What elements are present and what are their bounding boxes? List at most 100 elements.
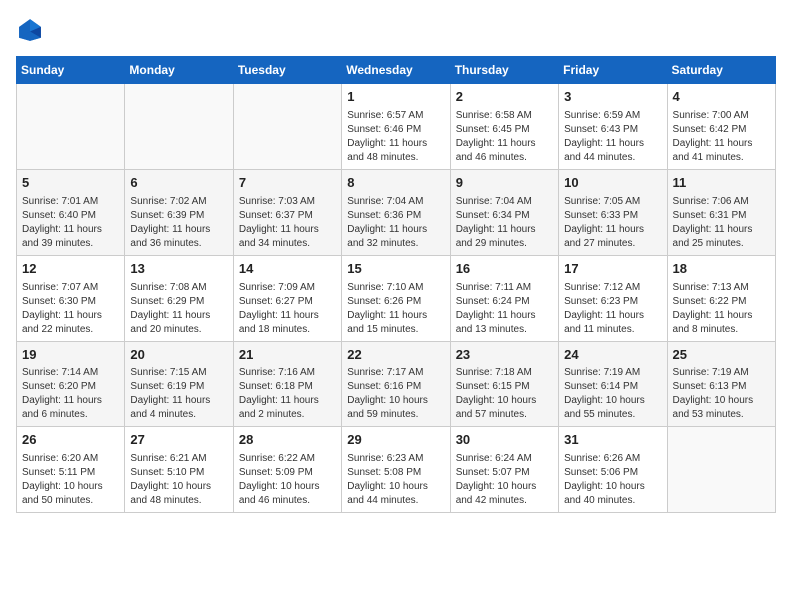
day-info: Sunrise: 6:59 AM Sunset: 6:43 PM Dayligh… <box>564 109 661 165</box>
day-number: 7 <box>239 174 336 193</box>
calendar-cell <box>17 84 125 170</box>
day-info: Sunrise: 7:04 AM Sunset: 6:36 PM Dayligh… <box>347 195 444 251</box>
calendar-cell: 1 Sunrise: 6:57 AM Sunset: 6:46 PM Daylig… <box>342 84 450 170</box>
calendar-cell <box>667 427 775 513</box>
calendar-cell: 18Sunrise: 7:13 AM Sunset: 6:22 PM Dayli… <box>667 255 775 341</box>
day-info: Sunrise: 7:09 AM Sunset: 6:27 PM Dayligh… <box>239 281 336 337</box>
calendar-cell: 17Sunrise: 7:12 AM Sunset: 6:23 PM Dayli… <box>559 255 667 341</box>
calendar-cell: 21Sunrise: 7:16 AM Sunset: 6:18 PM Dayli… <box>233 341 341 427</box>
day-number: 20 <box>130 346 227 365</box>
page-header <box>16 16 776 44</box>
calendar-cell: 28 Sunrise: 6:22 AM Sunset: 5:09 PM Dayli… <box>233 427 341 513</box>
day-number: 13 <box>130 260 227 279</box>
calendar-table: SundayMondayTuesdayWednesdayThursdayFrid… <box>16 56 776 513</box>
calendar-week-row: 1 Sunrise: 6:57 AM Sunset: 6:46 PM Daylig… <box>17 84 776 170</box>
calendar-cell: 15Sunrise: 7:10 AM Sunset: 6:26 PM Dayli… <box>342 255 450 341</box>
day-number: 31 <box>564 431 661 450</box>
calendar-cell: 11 Sunrise: 7:06 AM Sunset: 6:31 PM Dayli… <box>667 169 775 255</box>
day-info: Sunrise: 7:18 AM Sunset: 6:15 PM Dayligh… <box>456 366 553 422</box>
day-info: Sunrise: 7:04 AM Sunset: 6:34 PM Dayligh… <box>456 195 553 251</box>
day-info: Sunrise: 6:23 AM Sunset: 5:08 PM Dayligh… <box>347 452 444 508</box>
day-number: 10 <box>564 174 661 193</box>
day-number: 14 <box>239 260 336 279</box>
calendar-week-row: 5Sunrise: 7:01 AM Sunset: 6:40 PM Daylig… <box>17 169 776 255</box>
calendar-cell: 29Sunrise: 6:23 AM Sunset: 5:08 PM Dayli… <box>342 427 450 513</box>
day-number: 24 <box>564 346 661 365</box>
calendar-week-row: 26 Sunrise: 6:20 AM Sunset: 5:11 PM Dayli… <box>17 427 776 513</box>
calendar-cell: 20Sunrise: 7:15 AM Sunset: 6:19 PM Dayli… <box>125 341 233 427</box>
day-info: Sunrise: 6:57 AM Sunset: 6:46 PM Dayligh… <box>347 109 444 165</box>
calendar-cell: 26 Sunrise: 6:20 AM Sunset: 5:11 PM Dayli… <box>17 427 125 513</box>
calendar-cell: 7 Sunrise: 7:03 AM Sunset: 6:37 PM Daylig… <box>233 169 341 255</box>
weekday-header: Friday <box>559 57 667 84</box>
day-info: Sunrise: 7:06 AM Sunset: 6:31 PM Dayligh… <box>673 195 770 251</box>
day-info: Sunrise: 7:13 AM Sunset: 6:22 PM Dayligh… <box>673 281 770 337</box>
day-info: Sunrise: 7:14 AM Sunset: 6:20 PM Dayligh… <box>22 366 119 422</box>
weekday-header: Tuesday <box>233 57 341 84</box>
day-info: Sunrise: 6:26 AM Sunset: 5:06 PM Dayligh… <box>564 452 661 508</box>
logo-icon <box>16 16 44 44</box>
day-number: 15 <box>347 260 444 279</box>
calendar-cell: 14 Sunrise: 7:09 AM Sunset: 6:27 PM Dayli… <box>233 255 341 341</box>
weekday-header-row: SundayMondayTuesdayWednesdayThursdayFrid… <box>17 57 776 84</box>
day-number: 8 <box>347 174 444 193</box>
day-info: Sunrise: 6:22 AM Sunset: 5:09 PM Dayligh… <box>239 452 336 508</box>
day-info: Sunrise: 6:24 AM Sunset: 5:07 PM Dayligh… <box>456 452 553 508</box>
day-number: 28 <box>239 431 336 450</box>
day-info: Sunrise: 7:03 AM Sunset: 6:37 PM Dayligh… <box>239 195 336 251</box>
day-number: 4 <box>673 88 770 107</box>
day-info: Sunrise: 6:20 AM Sunset: 5:11 PM Dayligh… <box>22 452 119 508</box>
day-number: 23 <box>456 346 553 365</box>
calendar-cell: 12 Sunrise: 7:07 AM Sunset: 6:30 PM Dayli… <box>17 255 125 341</box>
calendar-cell <box>233 84 341 170</box>
day-number: 12 <box>22 260 119 279</box>
calendar-cell: 5Sunrise: 7:01 AM Sunset: 6:40 PM Daylig… <box>17 169 125 255</box>
day-info: Sunrise: 7:17 AM Sunset: 6:16 PM Dayligh… <box>347 366 444 422</box>
day-number: 26 <box>22 431 119 450</box>
day-number: 27 <box>130 431 227 450</box>
calendar-cell: 8 Sunrise: 7:04 AM Sunset: 6:36 PM Daylig… <box>342 169 450 255</box>
calendar-cell: 19Sunrise: 7:14 AM Sunset: 6:20 PM Dayli… <box>17 341 125 427</box>
calendar-body: 1 Sunrise: 6:57 AM Sunset: 6:46 PM Daylig… <box>17 84 776 513</box>
day-number: 1 <box>347 88 444 107</box>
calendar-cell: 27 Sunrise: 6:21 AM Sunset: 5:10 PM Dayli… <box>125 427 233 513</box>
day-number: 25 <box>673 346 770 365</box>
day-info: Sunrise: 7:11 AM Sunset: 6:24 PM Dayligh… <box>456 281 553 337</box>
calendar-cell: 4 Sunrise: 7:00 AM Sunset: 6:42 PM Daylig… <box>667 84 775 170</box>
calendar-cell: 30 Sunrise: 6:24 AM Sunset: 5:07 PM Dayli… <box>450 427 558 513</box>
logo <box>16 16 48 44</box>
day-number: 21 <box>239 346 336 365</box>
calendar-cell: 23Sunrise: 7:18 AM Sunset: 6:15 PM Dayli… <box>450 341 558 427</box>
day-info: Sunrise: 7:05 AM Sunset: 6:33 PM Dayligh… <box>564 195 661 251</box>
calendar-cell: 3Sunrise: 6:59 AM Sunset: 6:43 PM Daylig… <box>559 84 667 170</box>
calendar-cell: 10 Sunrise: 7:05 AM Sunset: 6:33 PM Dayli… <box>559 169 667 255</box>
day-number: 16 <box>456 260 553 279</box>
calendar-cell: 6 Sunrise: 7:02 AM Sunset: 6:39 PM Daylig… <box>125 169 233 255</box>
day-number: 22 <box>347 346 444 365</box>
calendar-cell: 31 Sunrise: 6:26 AM Sunset: 5:06 PM Dayli… <box>559 427 667 513</box>
day-number: 9 <box>456 174 553 193</box>
calendar-cell: 9 Sunrise: 7:04 AM Sunset: 6:34 PM Daylig… <box>450 169 558 255</box>
day-info: Sunrise: 6:21 AM Sunset: 5:10 PM Dayligh… <box>130 452 227 508</box>
day-info: Sunrise: 7:08 AM Sunset: 6:29 PM Dayligh… <box>130 281 227 337</box>
day-info: Sunrise: 7:19 AM Sunset: 6:14 PM Dayligh… <box>564 366 661 422</box>
weekday-header: Saturday <box>667 57 775 84</box>
day-number: 2 <box>456 88 553 107</box>
day-number: 6 <box>130 174 227 193</box>
calendar-cell: 25Sunrise: 7:19 AM Sunset: 6:13 PM Dayli… <box>667 341 775 427</box>
day-info: Sunrise: 7:12 AM Sunset: 6:23 PM Dayligh… <box>564 281 661 337</box>
calendar-header: SundayMondayTuesdayWednesdayThursdayFrid… <box>17 57 776 84</box>
day-info: Sunrise: 7:00 AM Sunset: 6:42 PM Dayligh… <box>673 109 770 165</box>
day-info: Sunrise: 7:16 AM Sunset: 6:18 PM Dayligh… <box>239 366 336 422</box>
calendar-week-row: 19Sunrise: 7:14 AM Sunset: 6:20 PM Dayli… <box>17 341 776 427</box>
weekday-header: Wednesday <box>342 57 450 84</box>
day-number: 30 <box>456 431 553 450</box>
day-info: Sunrise: 7:07 AM Sunset: 6:30 PM Dayligh… <box>22 281 119 337</box>
day-number: 19 <box>22 346 119 365</box>
weekday-header: Monday <box>125 57 233 84</box>
calendar-cell: 16 Sunrise: 7:11 AM Sunset: 6:24 PM Dayli… <box>450 255 558 341</box>
day-info: Sunrise: 6:58 AM Sunset: 6:45 PM Dayligh… <box>456 109 553 165</box>
day-info: Sunrise: 7:02 AM Sunset: 6:39 PM Dayligh… <box>130 195 227 251</box>
day-info: Sunrise: 7:01 AM Sunset: 6:40 PM Dayligh… <box>22 195 119 251</box>
day-number: 11 <box>673 174 770 193</box>
